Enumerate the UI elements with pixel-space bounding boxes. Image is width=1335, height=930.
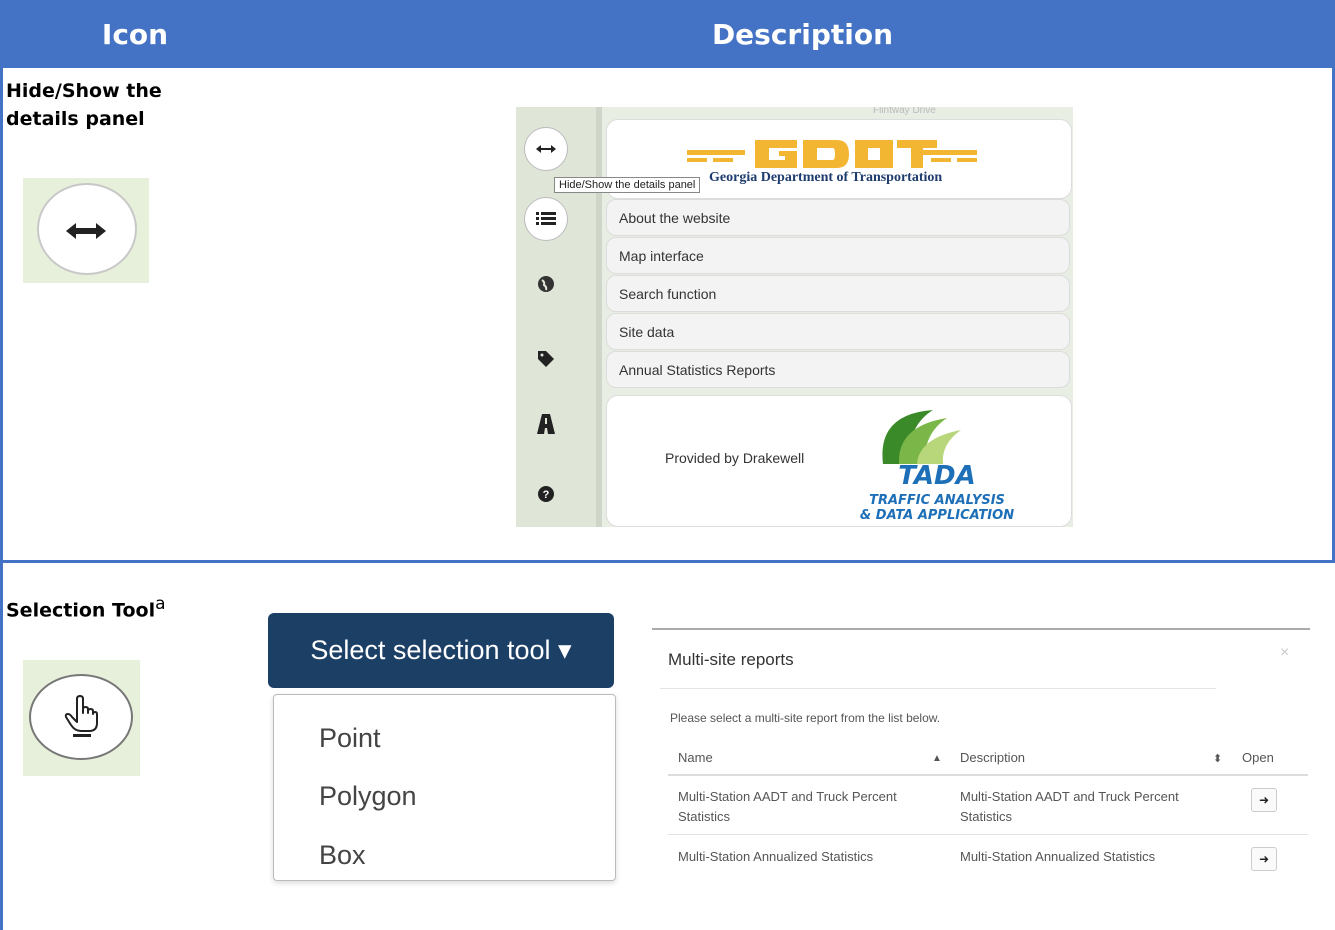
- open-report-button[interactable]: ➜: [1251, 788, 1277, 812]
- pointer-hand-icon: [64, 695, 98, 737]
- menu-item-annual-statistics[interactable]: Annual Statistics Reports: [606, 351, 1070, 388]
- tada-line1: TRAFFIC ANALYSIS: [869, 493, 1005, 508]
- column-name[interactable]: Name: [678, 750, 713, 765]
- row2-title-text: Selection Tool: [6, 599, 156, 622]
- close-icon[interactable]: ×: [1280, 644, 1289, 662]
- panel-top-line: [652, 628, 1310, 630]
- row1-description: Multi-Station AADT and Truck Percent Sta…: [960, 787, 1179, 827]
- document-table: Icon Description Hide/Show the details p…: [0, 0, 1335, 930]
- provided-by-text: Provided by Drakewell: [665, 450, 805, 466]
- row2-title: Selection Toola: [6, 590, 166, 624]
- row1-title-line1: Hide/Show the: [6, 80, 162, 102]
- option-point[interactable]: Point: [319, 723, 381, 754]
- table-header: Icon Description: [0, 0, 1335, 68]
- tag-icon[interactable]: [524, 337, 568, 381]
- row2-name: Multi-Station Annualized Statistics: [678, 849, 874, 864]
- gdot-subtitle: Georgia Department of Transportation: [709, 170, 943, 185]
- header-divider: [668, 774, 1308, 776]
- arrow-right-icon: ➜: [1258, 793, 1270, 807]
- row-divider-1: [668, 834, 1308, 835]
- selection-tool-icon-thumbnail: [23, 660, 140, 776]
- row2-footnote: a: [155, 594, 166, 614]
- svg-text:?: ?: [543, 489, 550, 501]
- select-selection-tool-button[interactable]: Select selection tool ▾: [268, 613, 614, 688]
- panel-divider: [596, 107, 602, 527]
- resize-horizontal-icon[interactable]: [524, 127, 568, 171]
- row2-description: Multi-Station Annualized Statistics: [960, 849, 1156, 864]
- header-description: Description: [711, 17, 894, 51]
- resize-horizontal-icon: [23, 178, 149, 283]
- map-sidebar: [516, 107, 596, 527]
- option-box[interactable]: Box: [319, 840, 366, 871]
- provider-card: Provided by Drakewell TADA TRAFFIC ANALY…: [606, 395, 1072, 527]
- menu-item-map-interface[interactable]: Map interface: [606, 237, 1070, 274]
- row1-name-line2: Statistics: [678, 809, 731, 824]
- row1-name: Multi-Station AADT and Truck Percent Sta…: [678, 787, 897, 827]
- road-icon[interactable]: [524, 402, 568, 446]
- list-icon[interactable]: [524, 197, 568, 241]
- column-description[interactable]: Description: [960, 750, 1025, 765]
- hide-show-tooltip: Hide/Show the details panel: [554, 177, 701, 193]
- globe-icon[interactable]: [524, 262, 568, 306]
- details-panel-screenshot: Flintway Drive ? Georgia Department of T…: [516, 107, 1073, 527]
- row1-desc-line1: Multi-Station AADT and Truck Percent: [960, 789, 1179, 804]
- menu-item-search-function[interactable]: Search function: [606, 275, 1070, 312]
- row1-title-line2: details panel: [6, 108, 145, 130]
- row-divider: [0, 560, 1335, 563]
- menu-item-site-data[interactable]: Site data: [606, 313, 1070, 350]
- row1-desc-line2: Statistics: [960, 809, 1013, 824]
- sort-asc-icon[interactable]: ▲: [932, 753, 942, 764]
- menu-item-about[interactable]: About the website: [606, 199, 1070, 236]
- tada-line2: & DATA APPLICATION: [860, 508, 1014, 522]
- column-open: Open: [1242, 750, 1274, 765]
- row1-name-line1: Multi-Station AADT and Truck Percent: [678, 789, 897, 804]
- title-divider: [660, 688, 1216, 689]
- reports-title: Multi-site reports: [668, 650, 794, 669]
- hide-show-icon-thumbnail: [23, 178, 149, 283]
- help-icon[interactable]: ?: [524, 472, 568, 516]
- selection-tool-button-ring: [29, 674, 133, 760]
- option-polygon[interactable]: Polygon: [319, 781, 417, 812]
- sort-both-icon[interactable]: ⬍: [1213, 752, 1222, 765]
- selection-tool-menu: Point Polygon Box: [273, 694, 616, 881]
- tada-logo: TADA TRAFFIC ANALYSIS & DATA APPLICATION: [860, 410, 1014, 522]
- reports-intro: Please select a multi-site report from t…: [670, 711, 941, 725]
- row1-title: Hide/Show the details panel: [6, 77, 162, 133]
- street-label: Flintway Drive: [873, 107, 936, 116]
- header-icon: Icon: [101, 17, 169, 51]
- open-report-button[interactable]: ➜: [1251, 847, 1277, 871]
- multi-site-reports-panel: Multi-site reports × Please select a mul…: [652, 628, 1310, 883]
- tada-logo-text: TADA: [898, 461, 976, 491]
- table-left-border: [0, 68, 3, 930]
- gdot-logo: [687, 140, 977, 168]
- arrow-right-icon: ➜: [1258, 852, 1270, 866]
